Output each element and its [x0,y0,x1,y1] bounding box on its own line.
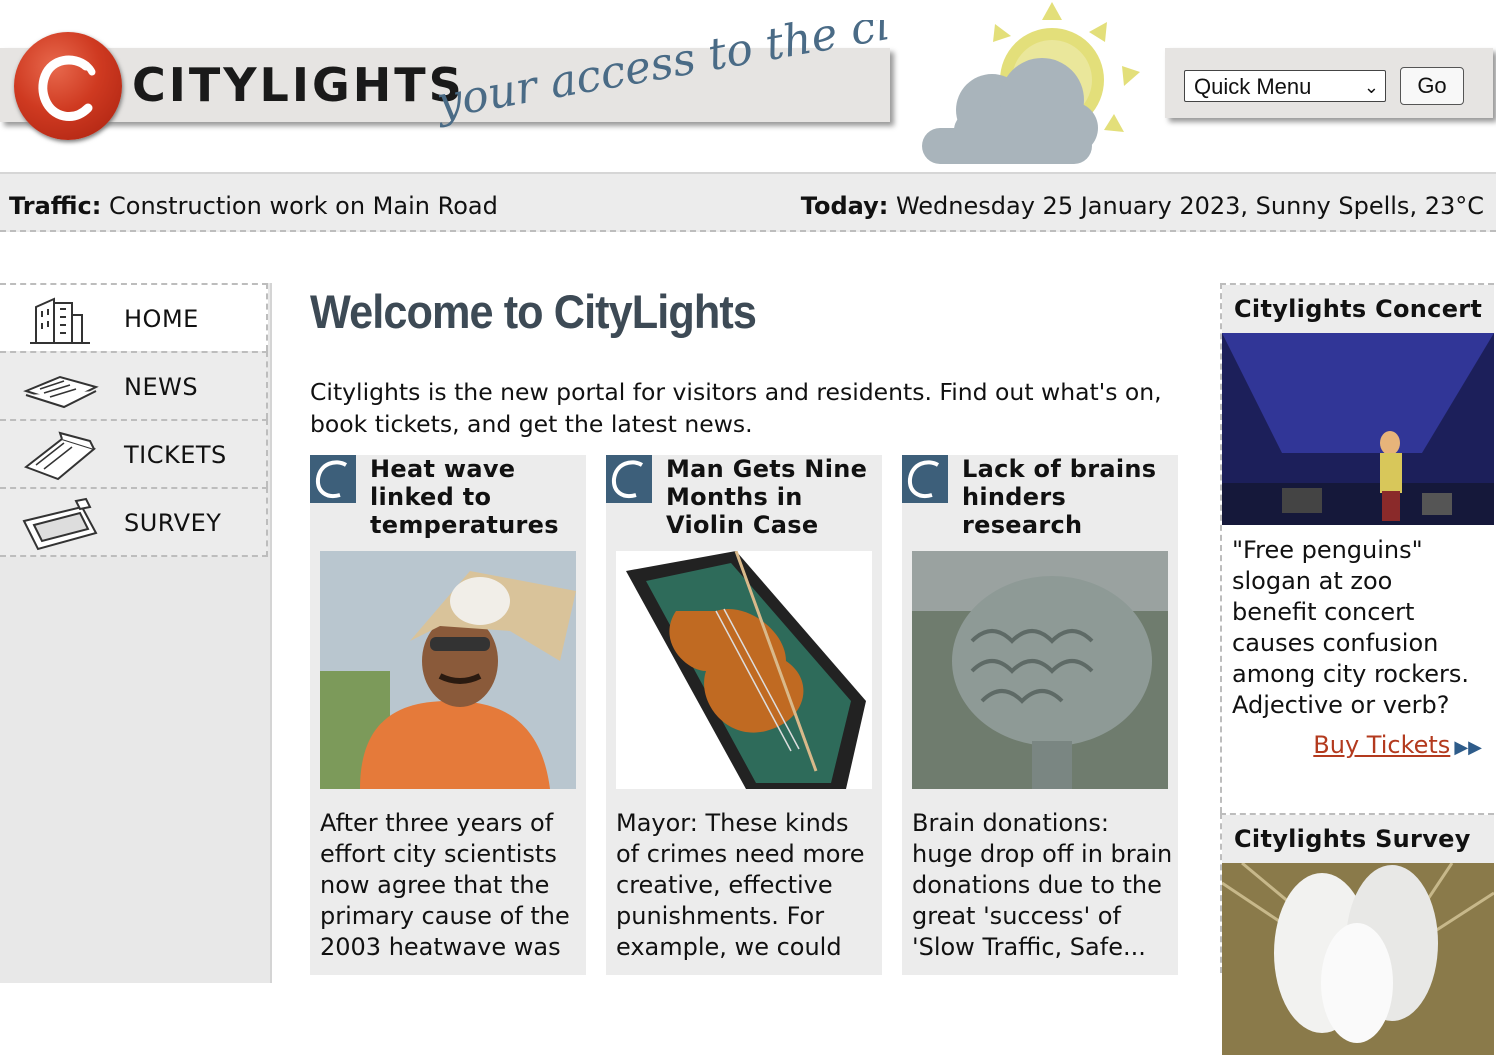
flower-photo[interactable] [1221,861,1495,1055]
tagline-text: your access to the city [431,20,890,129]
traffic-text: Construction work on Main Road [109,192,498,220]
citylights-c-icon [606,455,652,503]
news-card[interactable]: Heat wave linked to temperatures After t… [310,455,586,975]
worker-photo[interactable] [320,551,576,789]
quick-menu-select[interactable]: Quick Menu ⌄ [1184,70,1386,102]
tagline-script: your access to the city [431,20,890,129]
survey-panel: Citylights Survey [1220,813,1495,1055]
today-info: Today: Wednesday 25 January 2023, Sunny … [801,192,1484,220]
buy-tickets-link[interactable]: Buy Tickets [1313,731,1450,759]
nav-item-survey[interactable]: SURVEY [0,487,268,557]
article-title[interactable]: Man Gets Nine Months in Violin Case [666,455,876,539]
newspaper-icon [23,375,99,409]
news-card[interactable]: Man Gets Nine Months in Violin Case Mayo… [606,455,882,975]
article-excerpt: After three years of effort city scienti… [320,809,570,961]
go-button[interactable]: Go [1400,67,1464,105]
nav-label: SURVEY [124,509,222,537]
today-label: Today: [800,192,889,220]
traffic-label: Traffic: [9,192,102,220]
nav-label: HOME [124,305,199,333]
building-icon [30,297,90,344]
concert-heading: Citylights Concert [1222,285,1494,333]
nav-label: TICKETS [124,441,227,469]
main-nav: HOME NEWS TICKETS SURVEY [0,283,268,557]
chevron-down-icon: ⌄ [1363,77,1379,97]
weather-sunny-spells-icon [922,2,1140,164]
concert-photo[interactable] [1222,333,1494,525]
ticket-icon [23,431,97,481]
survey-heading: Citylights Survey [1222,815,1494,863]
double-arrow-icon[interactable]: ▶▶ [1454,737,1482,758]
article-excerpt: Brain donations: huge drop off in brain … [912,809,1173,961]
violin-photo[interactable] [616,551,872,789]
nav-label: NEWS [124,373,199,401]
site-header: CITYLIGHTS your access to the city Quick… [0,0,1496,174]
concert-text: "Free penguins" slogan at zoo benefit co… [1232,536,1469,719]
citylights-c-icon [310,455,356,503]
citylights-logo-icon[interactable] [14,32,122,140]
intro-text: Citylights is the new portal for visitor… [310,378,1162,438]
buy-tickets: Buy Tickets ▶▶ [1222,721,1494,775]
brain-model-photo[interactable] [912,551,1168,789]
logo-text[interactable]: CITYLIGHTS [132,58,465,112]
traffic-info: Traffic: Construction work on Main Road [9,192,498,220]
article-title[interactable]: Heat wave linked to temperatures [370,455,580,539]
page-title: Welcome to CityLights [310,285,757,338]
today-text: Wednesday 25 January 2023, Sunny Spells,… [895,192,1484,220]
news-card[interactable]: Lack of brains hinders research Brain do… [902,455,1178,975]
clipboard-icon [22,497,98,551]
citylights-c-icon [902,455,948,503]
article-title[interactable]: Lack of brains hinders research [962,455,1172,539]
nav-item-news[interactable]: NEWS [0,351,268,419]
quick-menu-selected: Quick Menu [1194,74,1312,99]
concert-panel: Citylights Concert "Free penguins" sloga… [1220,283,1494,813]
nav-item-home[interactable]: HOME [0,283,268,351]
article-excerpt: Mayor: These kinds of crimes need more c… [616,809,865,961]
nav-item-tickets[interactable]: TICKETS [0,419,268,487]
